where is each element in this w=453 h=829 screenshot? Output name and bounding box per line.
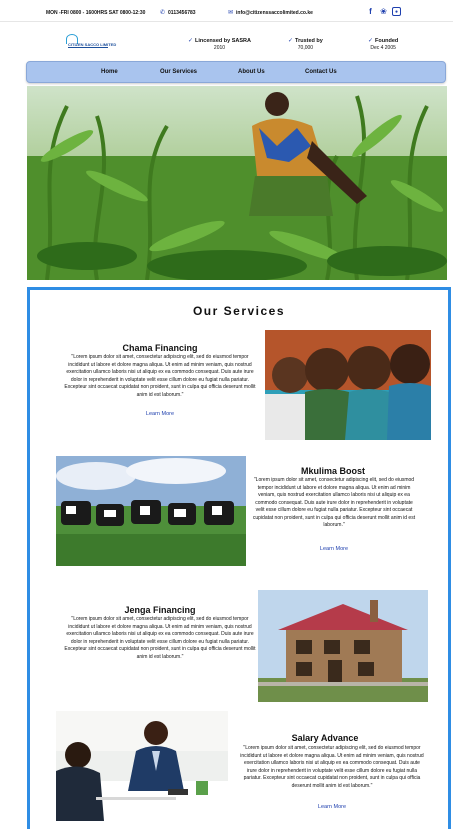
- service-title-mkulima: Mkulima Boost: [300, 466, 365, 476]
- badge-licensed-sub: 2010: [213, 45, 226, 52]
- facebook-icon[interactable]: f: [366, 7, 375, 16]
- learn-more-chama[interactable]: Learn More: [110, 411, 210, 417]
- service-title-chama: Chama Financing: [122, 343, 198, 353]
- nav-about-us[interactable]: About Us: [238, 69, 265, 75]
- service-image-salary: [56, 711, 228, 821]
- badge-licensed: ✓ Lincensed by SASRA 2010: [188, 38, 251, 51]
- badge-trusted: ✓ Trusted by 70,000: [288, 38, 323, 51]
- email-address: info@citizenssaccolimited.co.ke: [236, 10, 313, 16]
- badge-founded-sub: Dec 4 2005: [370, 45, 396, 52]
- services-section: Our Services Chama Financing "Lorem ipsu…: [27, 287, 451, 829]
- service-image-jenga: [258, 590, 428, 702]
- badge-founded-title: Founded: [375, 38, 399, 44]
- badge-trusted-sub: 70,000: [297, 45, 314, 52]
- service-title-salary: Salary Advance: [291, 733, 359, 743]
- phone-number: 0113456783: [168, 10, 196, 16]
- instagram-icon[interactable]: ●: [392, 7, 401, 16]
- nav-contact-us[interactable]: Contact Us: [305, 69, 337, 75]
- logo-underline: [68, 47, 108, 48]
- badge-founded: ✓ Founded Dec 4 2005: [368, 38, 398, 51]
- check-icon: ✓: [288, 38, 294, 44]
- learn-more-mkulima[interactable]: Learn More: [284, 546, 384, 552]
- learn-more-salary[interactable]: Learn More: [282, 804, 382, 810]
- mail-icon: ✉: [228, 10, 234, 16]
- social-links: f ❀ ●: [366, 7, 401, 16]
- service-text-salary: "Lorem ipsum dolor sit amet, consectetur…: [240, 745, 424, 789]
- check-icon: ✓: [368, 38, 374, 44]
- main-nav: Home Our Services About Us Contact Us: [26, 61, 446, 83]
- opening-hours: MON -FRI 0800 - 1600HRS SAT 0800-12:30: [46, 10, 146, 16]
- brand-bar: CITIZEN SACCO LIMITED ✓ Lincensed by SASR…: [0, 22, 453, 60]
- hero-farm-image: [27, 86, 447, 280]
- badge-trusted-title: Trusted by: [295, 38, 323, 44]
- check-icon: ✓: [188, 38, 194, 44]
- service-title-jenga: Jenga Financing: [124, 605, 196, 615]
- nav-home[interactable]: Home: [101, 69, 118, 75]
- service-text-mkulima: "Lorem ipsum dolor sit amet, consectetur…: [252, 477, 416, 528]
- email-contact[interactable]: ✉ info@citizenssaccolimited.co.ke: [228, 10, 313, 16]
- phone-icon: ✆: [160, 10, 166, 16]
- service-text-jenga: "Lorem ipsum dolor sit amet, consectetur…: [64, 616, 256, 660]
- service-text-chama: "Lorem ipsum dolor sit amet, consectetur…: [64, 354, 256, 398]
- nav-our-services[interactable]: Our Services: [160, 69, 197, 75]
- top-contact-bar: MON -FRI 0800 - 1600HRS SAT 0800-12:30 ✆…: [0, 0, 453, 22]
- service-image-chama: [265, 330, 431, 440]
- services-heading: Our Services: [192, 304, 286, 318]
- twitter-icon[interactable]: ❀: [379, 7, 388, 16]
- badge-licensed-title: Lincensed by SASRA: [195, 38, 251, 44]
- site-logo[interactable]: CITIZEN SACCO LIMITED: [66, 34, 116, 50]
- service-image-mkulima: [56, 456, 246, 566]
- phone-contact[interactable]: ✆ 0113456783: [160, 10, 196, 16]
